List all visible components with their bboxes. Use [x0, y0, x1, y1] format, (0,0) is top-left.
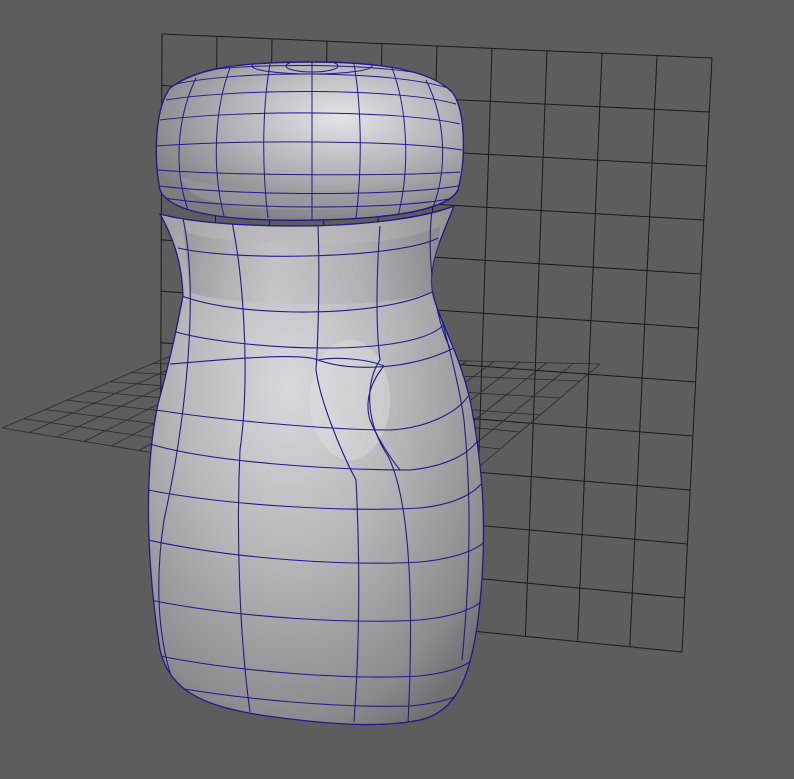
back-grid-line — [681, 57, 713, 653]
back-grid-line — [577, 53, 603, 642]
viewport-canvas[interactable] — [0, 0, 794, 779]
back-grid-line — [629, 55, 658, 647]
bottle-mesh[interactable] — [147, 58, 486, 726]
back-grid-line — [524, 50, 548, 637]
3d-viewport[interactable] — [0, 0, 794, 779]
